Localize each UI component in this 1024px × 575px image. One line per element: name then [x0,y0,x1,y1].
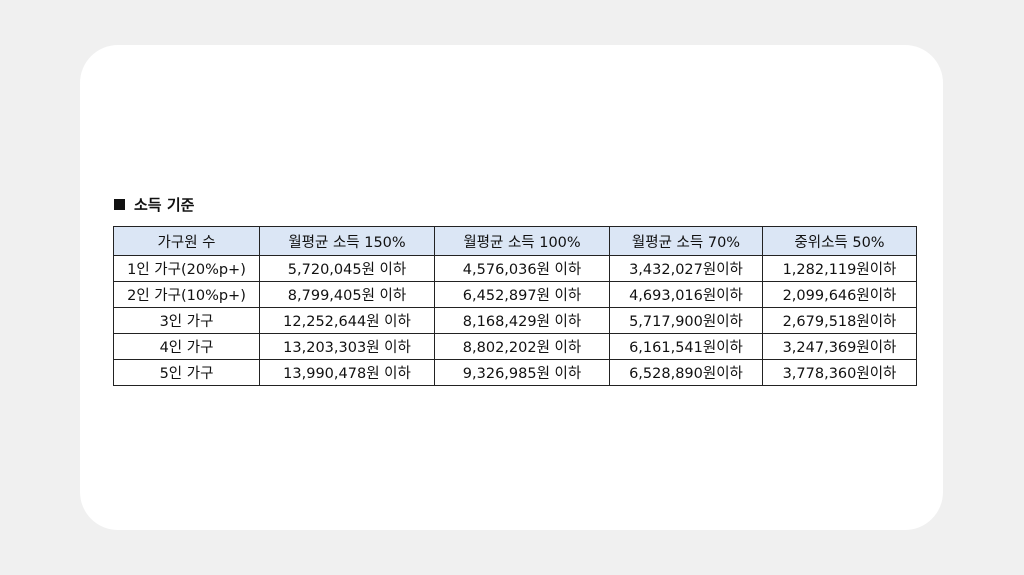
table-row: 5인 가구 13,990,478원 이하 9,326,985원 이하 6,528… [113,359,917,386]
table-cell: 3,247,369원이하 [762,333,917,360]
table-cell: 5인 가구 [113,359,260,386]
table-cell: 3인 가구 [113,307,260,334]
table-cell: 8,799,405원 이하 [259,281,435,308]
table-cell: 6,528,890원이하 [609,359,763,386]
table-cell: 8,802,202원 이하 [434,333,610,360]
header-income-150: 월평균 소득 150% [259,226,435,256]
table-row: 2인 가구(10%p+) 8,799,405원 이하 6,452,897원 이하… [113,281,917,308]
table-cell: 13,990,478원 이하 [259,359,435,386]
table-header-row: 가구원 수 월평균 소득 150% 월평균 소득 100% 월평균 소득 70%… [113,226,917,256]
income-criteria-table: 가구원 수 월평균 소득 150% 월평균 소득 100% 월평균 소득 70%… [113,226,917,386]
table-row: 3인 가구 12,252,644원 이하 8,168,429원 이하 5,717… [113,307,917,334]
table-cell: 1,282,119원이하 [762,255,917,282]
table-cell: 3,778,360원이하 [762,359,917,386]
square-bullet-icon [114,198,125,210]
table-cell: 6,452,897원 이하 [434,281,610,308]
header-income-70: 월평균 소득 70% [609,226,763,256]
table-cell: 2,099,646원이하 [762,281,917,308]
table-cell: 3,432,027원이하 [609,255,763,282]
table-cell: 2인 가구(10%p+) [113,281,260,308]
table-cell: 5,717,900원이하 [609,307,763,334]
header-median-50: 중위소득 50% [762,226,917,256]
header-income-100: 월평균 소득 100% [434,226,610,256]
table-cell: 4,693,016원이하 [609,281,763,308]
section-title-text: 소득 기준 [134,195,195,214]
table-cell: 4인 가구 [113,333,260,360]
table-cell: 8,168,429원 이하 [434,307,610,334]
header-household-size: 가구원 수 [113,226,260,256]
table-row: 4인 가구 13,203,303원 이하 8,802,202원 이하 6,161… [113,333,917,360]
table-cell: 9,326,985원 이하 [434,359,610,386]
table-cell: 12,252,644원 이하 [259,307,435,334]
table-cell: 6,161,541원이하 [609,333,763,360]
table-cell: 4,576,036원 이하 [434,255,610,282]
table-row: 1인 가구(20%p+) 5,720,045원 이하 4,576,036원 이하… [113,255,917,282]
section-title: 소득 기준 [114,194,194,214]
table-cell: 13,203,303원 이하 [259,333,435,360]
table-cell: 2,679,518원이하 [762,307,917,334]
table-cell: 5,720,045원 이하 [259,255,435,282]
table-cell: 1인 가구(20%p+) [113,255,260,282]
